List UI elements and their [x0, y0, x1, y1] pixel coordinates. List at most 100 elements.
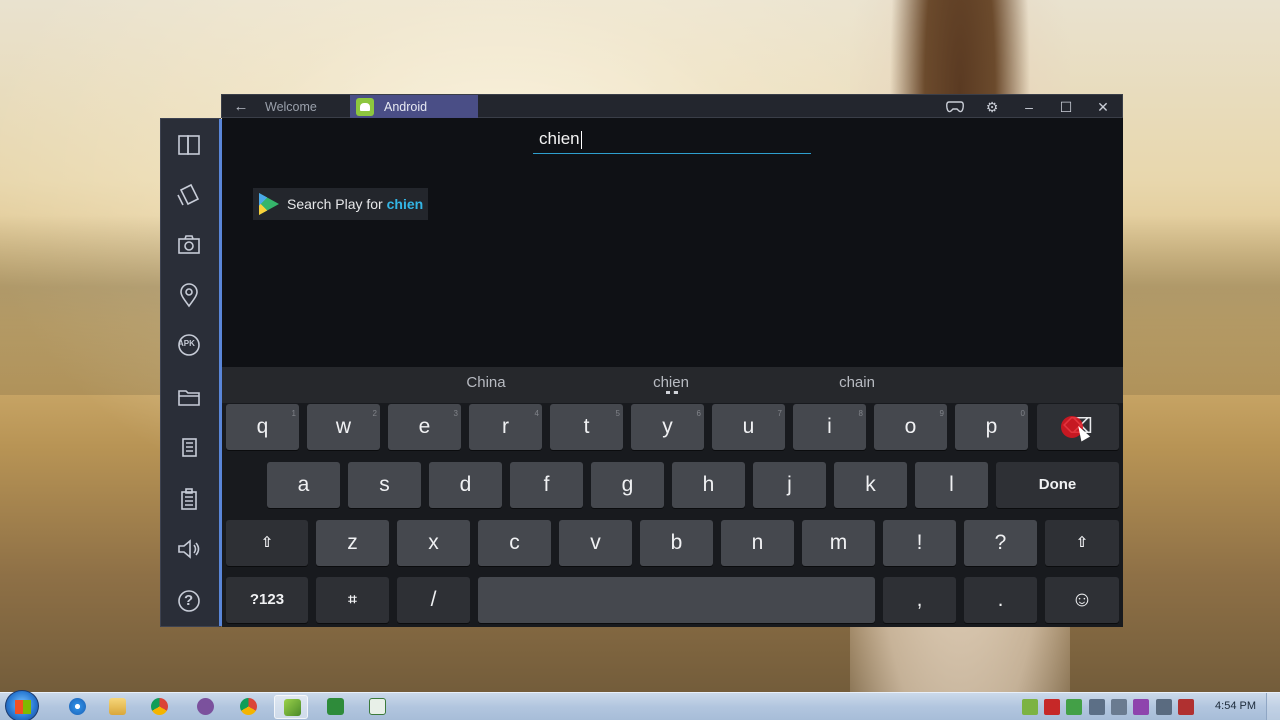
key-c[interactable]: c	[478, 520, 551, 566]
key-d[interactable]: d	[429, 462, 502, 508]
space-key[interactable]	[478, 577, 875, 623]
key-g[interactable]: g	[591, 462, 664, 508]
key-label: w	[335, 415, 352, 438]
suggestion-strip: China chien chain	[222, 367, 1123, 403]
key-s[interactable]: s	[348, 462, 421, 508]
key-p[interactable]: p0	[955, 404, 1028, 450]
folder-icon[interactable]	[173, 381, 205, 413]
tray-network-icon[interactable]	[1089, 699, 1105, 715]
key-n[interactable]: n	[721, 520, 794, 566]
camtasia-recorder-icon[interactable]	[360, 695, 394, 719]
key-q[interactable]: q1	[226, 404, 299, 450]
key-label: g	[621, 473, 634, 496]
shift-icon: ⇧	[260, 534, 274, 551]
internet-explorer-icon[interactable]	[60, 695, 94, 719]
copy-icon[interactable]	[173, 431, 205, 463]
period-label: .	[997, 588, 1004, 611]
tray-flag-icon[interactable]	[1178, 699, 1194, 715]
gamepad-icon[interactable]	[940, 95, 970, 119]
text-caret	[581, 131, 582, 149]
tab-welcome[interactable]: Welcome	[265, 95, 345, 119]
key-label: v	[590, 531, 601, 554]
key-z[interactable]: z	[316, 520, 389, 566]
show-desktop-button[interactable]	[1266, 693, 1280, 720]
suggestion-china[interactable]: China	[426, 367, 546, 403]
key-y[interactable]: y6	[631, 404, 704, 450]
search-field[interactable]	[533, 126, 811, 154]
key-r[interactable]: r4	[469, 404, 542, 450]
key-o[interactable]: o9	[874, 404, 947, 450]
suggestion-chien[interactable]: chien	[611, 367, 731, 403]
arrow-left-icon[interactable]: ←	[230, 97, 252, 117]
key-h[interactable]: h	[672, 462, 745, 508]
play-store-icon	[259, 193, 279, 215]
tray-viber-icon[interactable]	[1133, 699, 1149, 715]
key-hint: 6	[696, 409, 701, 418]
key-w[interactable]: w2	[307, 404, 380, 450]
key-label: p	[985, 415, 998, 438]
key-question[interactable]: ?	[964, 520, 1037, 566]
key-label: o	[904, 415, 917, 438]
viber-icon[interactable]	[188, 695, 222, 719]
key-i[interactable]: i8	[793, 404, 866, 450]
tray-volume-icon[interactable]	[1111, 699, 1127, 715]
maximize-icon[interactable]: ☐	[1051, 95, 1081, 119]
tab-android[interactable]: Android	[350, 95, 478, 119]
chrome-app-icon[interactable]	[231, 695, 265, 719]
period-key[interactable]: .	[964, 577, 1037, 623]
chrome-icon[interactable]	[142, 695, 176, 719]
keyboard-settings-key[interactable]: ⌗	[316, 577, 389, 623]
bluestacks-icon[interactable]	[274, 695, 308, 719]
search-play-suggestion[interactable]: Search Play for chien	[253, 188, 428, 220]
key-label: t	[583, 415, 590, 438]
key-k[interactable]: k	[834, 462, 907, 508]
tab-welcome-label: Welcome	[265, 100, 317, 114]
tray-vivaldi-icon[interactable]	[1044, 699, 1060, 715]
key-exclamation[interactable]: !	[883, 520, 956, 566]
apk-icon[interactable]: APK	[173, 329, 205, 361]
tab-android-label: Android	[384, 100, 428, 114]
paste-icon[interactable]	[173, 483, 205, 515]
comma-key[interactable]: ,	[883, 577, 956, 623]
key-a[interactable]: a	[267, 462, 340, 508]
done-key[interactable]: Done	[996, 462, 1119, 508]
camtasia-icon[interactable]	[318, 695, 352, 719]
taskbar-clock[interactable]: 4:54 PM	[1215, 700, 1256, 712]
tray-display-icon[interactable]	[1156, 699, 1172, 715]
key-l[interactable]: l	[915, 462, 988, 508]
key-t[interactable]: t5	[550, 404, 623, 450]
search-input[interactable]	[533, 126, 811, 152]
key-v[interactable]: v	[559, 520, 632, 566]
rotate-icon[interactable]	[173, 179, 205, 211]
tray-shield-icon[interactable]	[1066, 699, 1082, 715]
key-label: j	[787, 473, 792, 496]
camera-icon[interactable]	[173, 229, 205, 261]
shift-left-key[interactable]: ⇧	[226, 520, 308, 566]
symbols-key[interactable]: ?123	[226, 577, 308, 623]
minimize-icon[interactable]: –	[1014, 95, 1044, 119]
key-x[interactable]: x	[397, 520, 470, 566]
key-u[interactable]: u7	[712, 404, 785, 450]
key-m[interactable]: m	[802, 520, 875, 566]
location-pin-icon[interactable]	[173, 279, 205, 311]
slash-key[interactable]: /	[397, 577, 470, 623]
key-b[interactable]: b	[640, 520, 713, 566]
close-icon[interactable]: ✕	[1088, 95, 1118, 119]
file-explorer-icon[interactable]	[100, 695, 134, 719]
key-label: x	[428, 531, 439, 554]
key-e[interactable]: e3	[388, 404, 461, 450]
shift-right-key[interactable]: ⇧	[1045, 520, 1119, 566]
tray-bluestacks-icon[interactable]	[1022, 699, 1038, 715]
help-icon[interactable]: ?	[173, 585, 205, 617]
symbols-label: ?123	[249, 591, 285, 608]
multi-window-icon[interactable]	[173, 129, 205, 161]
gear-icon[interactable]: ⚙	[977, 95, 1007, 119]
emoji-key[interactable]: ☺	[1045, 577, 1119, 623]
suggestion-chain[interactable]: chain	[797, 367, 917, 403]
volume-icon[interactable]	[173, 533, 205, 565]
key-j[interactable]: j	[753, 462, 826, 508]
key-f[interactable]: f	[510, 462, 583, 508]
start-button[interactable]	[5, 690, 39, 720]
key-label: s	[379, 473, 390, 496]
key-label: !	[916, 531, 923, 554]
